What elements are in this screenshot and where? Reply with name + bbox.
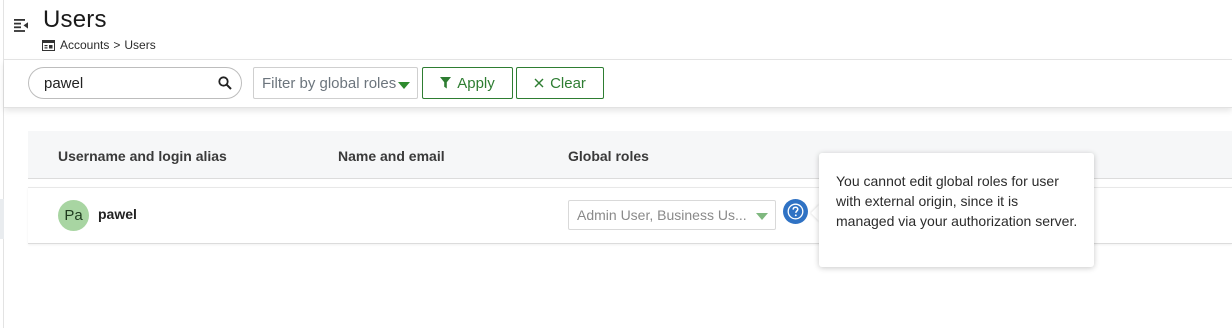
column-header-username: Username and login alias xyxy=(58,148,227,164)
apply-button-label: Apply xyxy=(457,74,495,92)
chevron-down-icon xyxy=(756,213,768,220)
breadcrumb-current: Users xyxy=(124,38,156,52)
menu-toggle-icon[interactable] xyxy=(13,17,29,33)
breadcrumb-separator: > xyxy=(113,38,121,52)
search-box xyxy=(28,67,242,99)
search-icon[interactable] xyxy=(218,76,232,90)
global-roles-filter-select[interactable]: Filter by global roles xyxy=(253,67,418,99)
column-header-global-roles: Global roles xyxy=(568,148,649,164)
external-origin-tooltip: You cannot edit global roles for user wi… xyxy=(819,153,1094,267)
global-roles-value: Admin User, Business Us... xyxy=(577,207,747,223)
accounts-icon xyxy=(42,39,55,51)
global-roles-filter-placeholder: Filter by global roles xyxy=(262,74,397,92)
page-title: Users xyxy=(43,6,107,33)
username: pawel xyxy=(98,206,137,222)
filter-toolbar: Filter by global roles Apply Clear xyxy=(4,60,1232,108)
clear-button-label: Clear xyxy=(550,74,586,92)
breadcrumb: Accounts > Users xyxy=(42,38,156,52)
breadcrumb-accounts-link[interactable]: Accounts xyxy=(60,38,109,52)
apply-button[interactable]: Apply xyxy=(422,67,513,99)
filter-icon xyxy=(440,77,452,89)
clear-button[interactable]: Clear xyxy=(516,67,604,99)
column-header-name-email: Name and email xyxy=(338,148,445,164)
search-input[interactable] xyxy=(44,74,204,92)
avatar: Pa xyxy=(58,200,89,231)
help-icon[interactable] xyxy=(783,199,808,224)
global-roles-select: Admin User, Business Us... xyxy=(568,200,776,230)
page-header: Users Accounts > Users xyxy=(4,0,1232,60)
close-icon xyxy=(534,78,544,88)
chevron-down-icon xyxy=(398,82,410,89)
sidebar-active-indicator xyxy=(0,199,4,239)
